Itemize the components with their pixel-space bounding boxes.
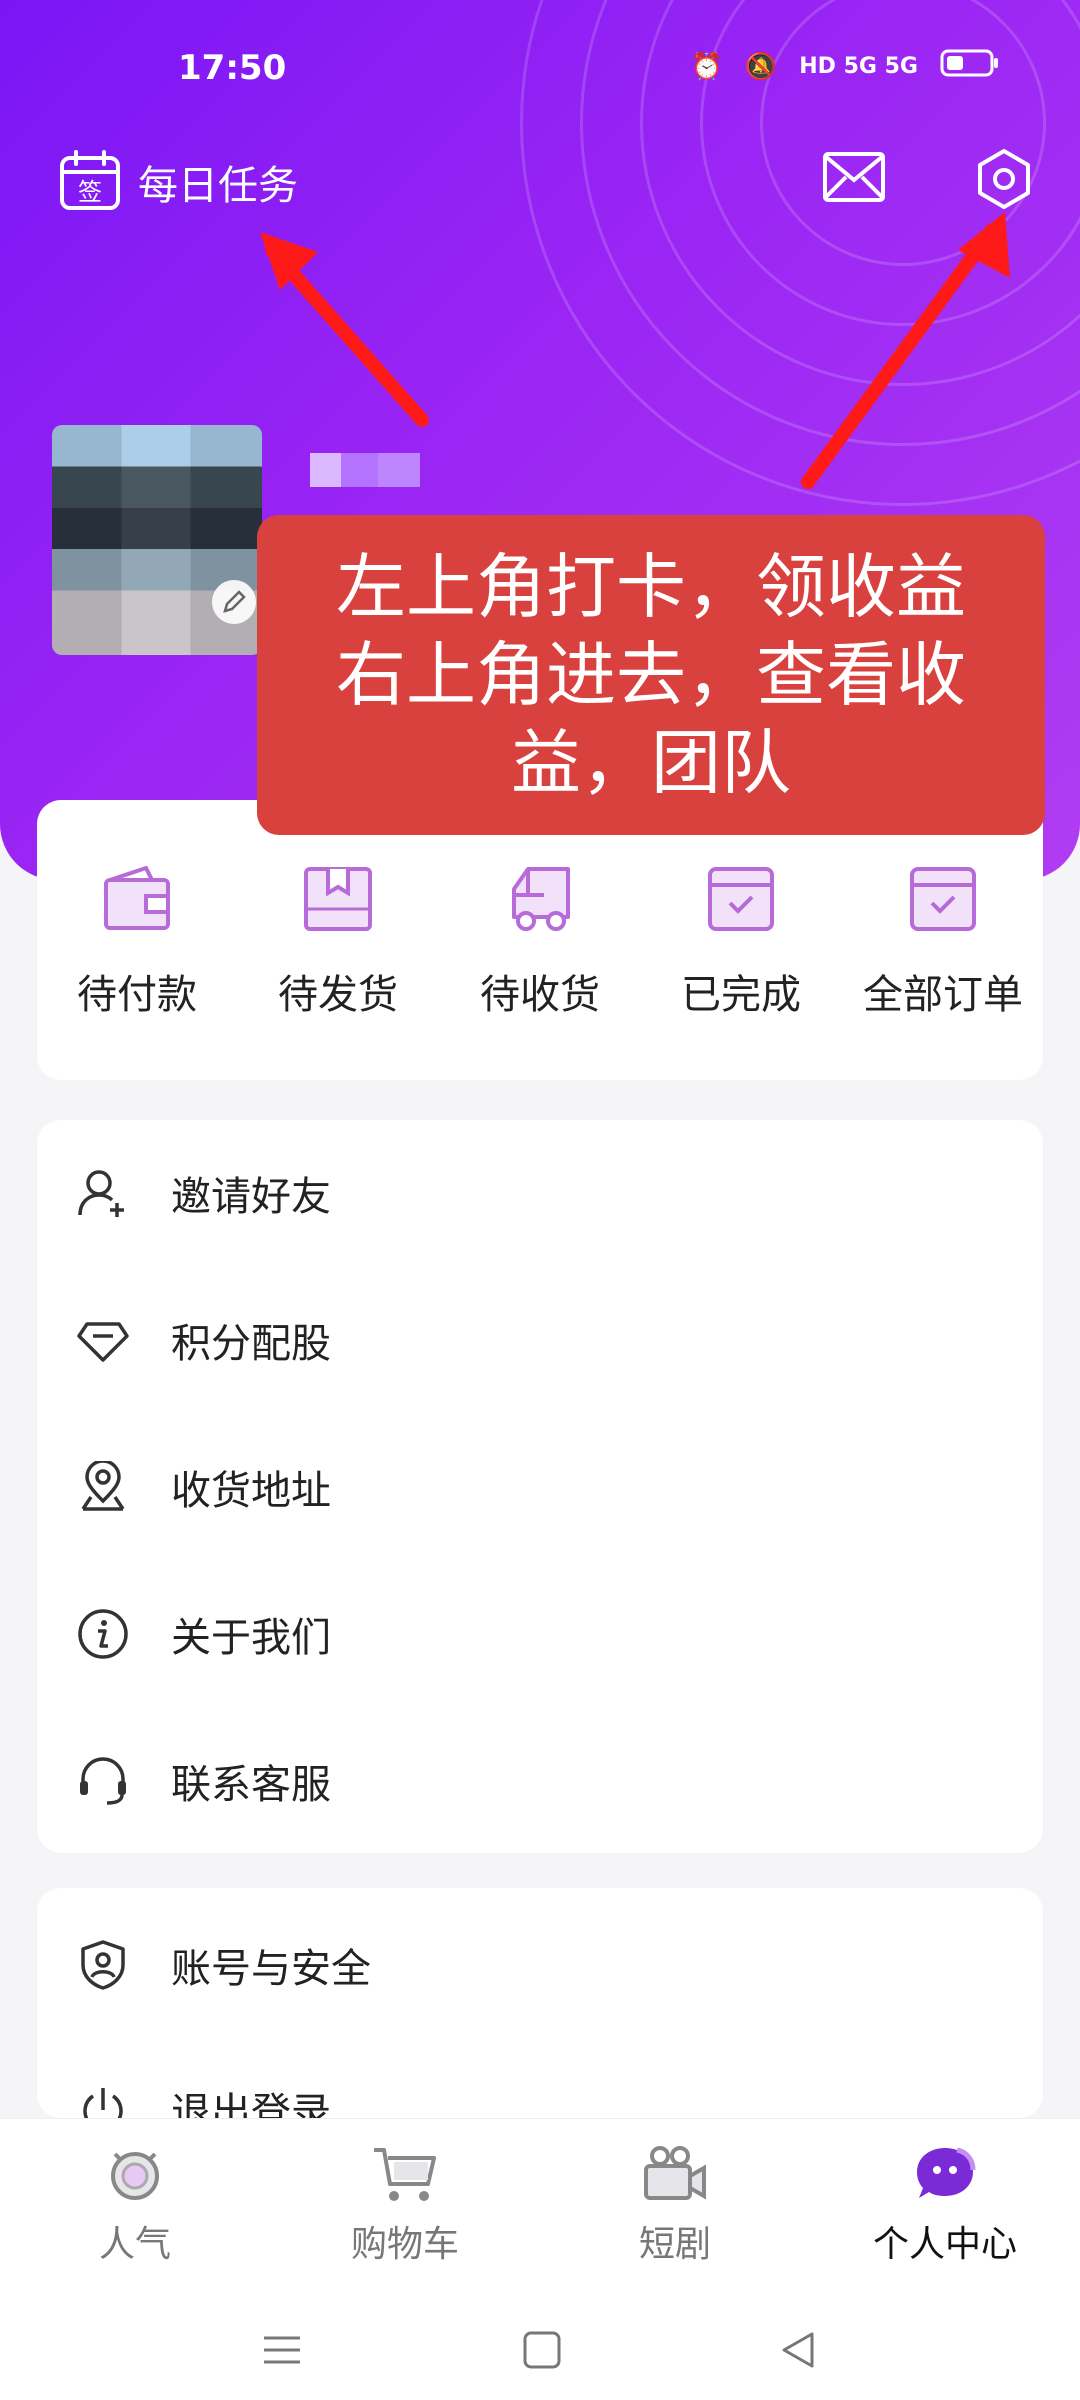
menu-group-main: 邀请好友 积分配股 收货地址 关于我们 联系客服	[37, 1120, 1043, 1853]
completed-box-icon	[641, 860, 841, 938]
tab-profile[interactable]: 个人中心	[845, 2139, 1045, 2267]
tab-short-drama[interactable]: 短剧	[575, 2139, 775, 2267]
back-triangle-icon[interactable]	[778, 2330, 818, 2374]
add-user-icon	[77, 1167, 129, 1219]
cart-icon	[305, 2139, 505, 2209]
arrow-to-settings	[801, 223, 999, 489]
menu-label: 联系客服	[171, 1762, 331, 1808]
wallet-icon	[37, 860, 237, 938]
tab-cart[interactable]: 购物车	[305, 2139, 505, 2267]
menu-logout[interactable]: 退出登录	[37, 2062, 1043, 2118]
order-label: 待收货	[480, 972, 600, 1018]
orders-card: 待付款 待发货 待收货 已完成 全部订单	[37, 800, 1043, 1080]
headset-icon	[77, 1755, 129, 1807]
menu-group-account: 账号与安全 退出登录	[37, 1888, 1043, 2118]
bottom-tab-bar: 人气 购物车 短剧 个人中心	[0, 2118, 1080, 2299]
power-icon	[77, 2084, 129, 2118]
shield-user-icon	[77, 1939, 129, 1991]
profile-chat-icon	[845, 2139, 1045, 2209]
annotation-line: 左上角打卡，领收益	[336, 546, 966, 628]
diamond-icon	[77, 1314, 129, 1366]
order-label: 已完成	[681, 972, 801, 1018]
location-pin-icon	[77, 1459, 129, 1513]
annotation-note: 左上角打卡，领收益 右上角进去，查看收 益，团队	[257, 515, 1045, 835]
order-pending-shipment[interactable]: 待发货	[238, 860, 438, 1020]
menu-points-shares[interactable]: 积分配股	[37, 1290, 1043, 1390]
tab-label: 短剧	[638, 2224, 711, 2265]
order-label: 待付款	[77, 972, 197, 1018]
annotation-arrows	[260, 212, 1010, 489]
popularity-icon	[35, 2139, 235, 2209]
order-label: 待发货	[278, 972, 398, 1018]
menu-label: 退出登录	[171, 2090, 331, 2118]
menu-shipping-address[interactable]: 收货地址	[37, 1437, 1043, 1537]
menu-lines-icon[interactable]	[262, 2330, 302, 2374]
annotation-line: 右上角进去，查看收	[336, 634, 966, 716]
tab-label: 个人中心	[872, 2224, 1017, 2265]
menu-label: 邀请好友	[171, 1174, 331, 1220]
package-icon	[238, 860, 438, 938]
menu-customer-service[interactable]: 联系客服	[37, 1731, 1043, 1831]
order-pending-receipt[interactable]: 待收货	[440, 860, 640, 1020]
annotation-line: 益，团队	[511, 722, 791, 804]
edit-pencil-icon[interactable]	[212, 580, 256, 624]
info-icon	[77, 1608, 129, 1660]
order-pending-payment[interactable]: 待付款	[37, 860, 237, 1020]
delivery-truck-icon	[440, 860, 640, 938]
order-label: 全部订单	[863, 972, 1023, 1018]
tab-label: 购物车	[350, 2224, 459, 2265]
video-camera-icon	[575, 2139, 775, 2209]
home-square-icon[interactable]	[522, 2330, 562, 2374]
all-orders-box-icon	[843, 860, 1043, 938]
tab-popularity[interactable]: 人气	[35, 2139, 235, 2267]
menu-label: 关于我们	[171, 1615, 331, 1661]
order-all[interactable]: 全部订单	[843, 860, 1043, 1020]
order-completed[interactable]: 已完成	[641, 860, 841, 1020]
tab-label: 人气	[98, 2224, 171, 2265]
menu-label: 账号与安全	[171, 1946, 371, 1992]
system-navigation-bar	[0, 2298, 1080, 2400]
menu-invite-friends[interactable]: 邀请好友	[37, 1143, 1043, 1243]
menu-about-us[interactable]: 关于我们	[37, 1584, 1043, 1684]
menu-label: 积分配股	[171, 1321, 331, 1367]
menu-account-security[interactable]: 账号与安全	[37, 1915, 1043, 2015]
menu-label: 收货地址	[171, 1468, 331, 1514]
arrowhead-left	[260, 232, 318, 290]
